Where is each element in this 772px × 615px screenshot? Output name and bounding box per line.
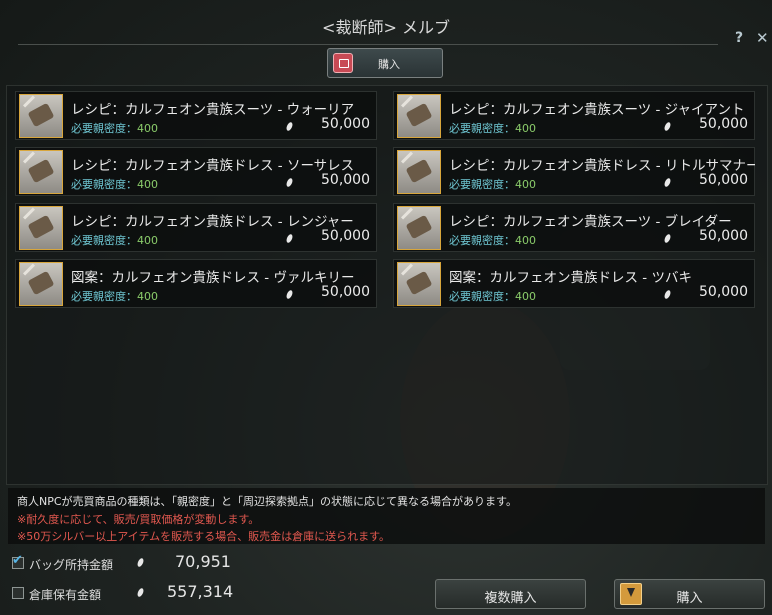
silver-icon <box>285 177 294 188</box>
multi-buy-button[interactable]: 複数購入 <box>435 579 586 609</box>
shop-item[interactable]: 図案：カルフェオン貴族ドレス - ツバキ 必要親密度：400 50,000 <box>393 259 755 308</box>
silver-icon <box>285 121 294 132</box>
shop-item[interactable]: レシピ：カルフェオン貴族ドレス - ソーサレス 必要親密度：400 50,000 <box>15 147 377 196</box>
title-divider <box>18 44 718 45</box>
item-price: 50,000 <box>699 116 748 132</box>
silver-icon <box>663 177 672 188</box>
recipe-icon <box>397 206 441 250</box>
bag-money-label: バッグ所持金額 <box>29 558 114 572</box>
notice-info: 商人NPCが売買商品の種類は、「親密度」と「周辺探索拠点」の状態に応じて異なる場… <box>17 495 517 508</box>
item-price: 50,000 <box>321 116 370 132</box>
item-requirement: 必要親密度：400 <box>449 122 536 135</box>
item-name: レシピ：カルフェオン貴族スーツ - ウォーリア <box>71 102 355 118</box>
storage-money-label: 倉庫保有金額 <box>29 588 102 602</box>
item-requirement: 必要親密度：400 <box>449 178 536 191</box>
buy-button[interactable]: 購入 <box>614 579 765 609</box>
window-title: <裁断師> メルブ <box>322 18 450 37</box>
item-price: 50,000 <box>699 228 748 244</box>
shop-item[interactable]: レシピ：カルフェオン貴族ドレス - リトルサマナー 必要親密度：400 50,0… <box>393 147 755 196</box>
item-name: レシピ：カルフェオン貴族ドレス - レンジャー <box>71 214 354 230</box>
item-name: レシピ：カルフェオン貴族ドレス - リトルサマナー <box>449 158 755 174</box>
silver-icon <box>136 587 145 598</box>
recipe-icon <box>397 94 441 138</box>
silver-icon <box>663 289 672 300</box>
help-icon[interactable]: ? <box>735 30 743 46</box>
silver-icon <box>285 233 294 244</box>
npc-shop-window: <裁断師> メルブ ? ✕ 購入 レシピ：カルフェオン貴族スーツ - ウォーリア… <box>0 0 772 615</box>
recipe-icon <box>397 150 441 194</box>
item-requirement: 必要親密度：400 <box>71 122 158 135</box>
pattern-icon <box>397 262 441 306</box>
recipe-icon <box>19 94 63 138</box>
item-name: レシピ：カルフェオン貴族スーツ - ジャイアント <box>449 102 745 118</box>
tab-buy-label: 購入 <box>378 58 400 71</box>
tab-buy[interactable]: 購入 <box>327 48 443 78</box>
shop-item[interactable]: レシピ：カルフェオン貴族スーツ - ウォーリア 必要親密度：400 50,000 <box>15 91 377 140</box>
item-requirement: 必要親密度：400 <box>71 290 158 303</box>
pattern-icon <box>19 262 63 306</box>
item-requirement: 必要親密度：400 <box>71 178 158 191</box>
silver-icon <box>136 557 145 568</box>
silver-icon <box>663 233 672 244</box>
item-price: 50,000 <box>321 284 370 300</box>
shop-item[interactable]: レシピ：カルフェオン貴族ドレス - レンジャー 必要親密度：400 50,000 <box>15 203 377 252</box>
item-name: レシピ：カルフェオン貴族スーツ - ブレイダー <box>449 214 732 230</box>
multi-buy-label: 複数購入 <box>484 591 537 606</box>
shop-item[interactable]: レシピ：カルフェオン貴族スーツ - ブレイダー 必要親密度：400 50,000 <box>393 203 755 252</box>
item-price: 50,000 <box>699 172 748 188</box>
item-price: 50,000 <box>321 172 370 188</box>
recipe-icon <box>19 206 63 250</box>
notice-warning-durability: ※耐久度に応じて、販売/買取価格が変動します。 <box>17 513 260 526</box>
item-name: レシピ：カルフェオン貴族ドレス - ソーサレス <box>71 158 355 174</box>
recipe-icon <box>19 150 63 194</box>
item-price: 50,000 <box>321 228 370 244</box>
bag-money-value: 70,951 <box>175 552 231 571</box>
bag-money-checkbox[interactable] <box>12 553 24 569</box>
shop-item[interactable]: レシピ：カルフェオン貴族スーツ - ジャイアント 必要親密度：400 50,00… <box>393 91 755 140</box>
silver-icon <box>285 289 294 300</box>
item-name: 図案：カルフェオン貴族ドレス - ツバキ <box>449 270 692 286</box>
silver-icon <box>663 121 672 132</box>
buy-label: 購入 <box>676 591 703 606</box>
notice-box: 商人NPCが売買商品の種類は、「親密度」と「周辺探索拠点」の状態に応じて異なる場… <box>8 488 765 544</box>
shop-item[interactable]: 図案：カルフェオン貴族ドレス - ヴァルキリー 必要親密度：400 50,000 <box>15 259 377 308</box>
storage-money-value: 557,314 <box>167 582 234 601</box>
item-name: 図案：カルフェオン貴族ドレス - ヴァルキリー <box>71 270 355 286</box>
item-requirement: 必要親密度：400 <box>449 234 536 247</box>
notice-warning-storage: ※50万シルバー以上アイテムを販売する場合、販売金は倉庫に送られます。 <box>17 530 391 543</box>
item-requirement: 必要親密度：400 <box>71 234 158 247</box>
close-icon[interactable]: ✕ <box>756 29 769 47</box>
item-requirement: 必要親密度：400 <box>449 290 536 303</box>
storage-money-checkbox[interactable] <box>12 587 24 599</box>
item-price: 50,000 <box>699 284 748 300</box>
